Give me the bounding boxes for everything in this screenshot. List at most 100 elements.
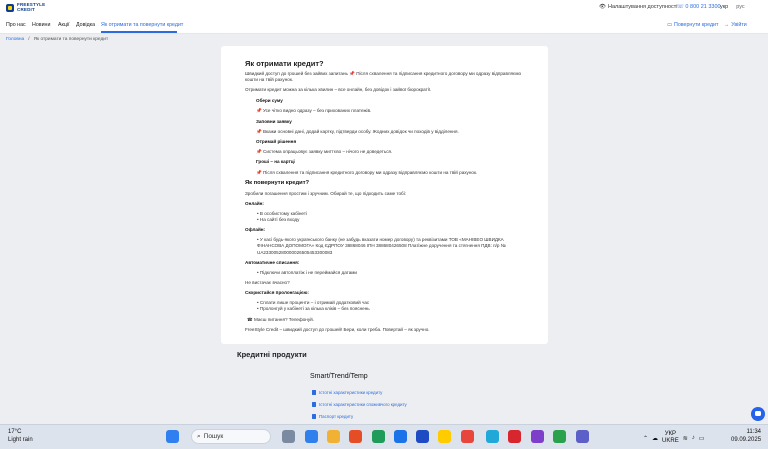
chrome-icon[interactable]	[461, 430, 474, 443]
app-icon[interactable]	[438, 430, 451, 443]
lang-line2: UKRE	[662, 438, 679, 444]
nav-how-to-get-credit[interactable]: Як отримати та повернути кредит	[101, 22, 183, 28]
phone-link[interactable]: ☏ 0 800 21 3300	[677, 4, 721, 10]
repay-credit-label: Повернути кредит	[674, 22, 719, 28]
wifi-icon[interactable]: ≋	[683, 435, 688, 442]
step-text: 📌 Система опрацьовує заявку миттєво – ні…	[256, 149, 393, 154]
weather-widget[interactable]: 17°C Light rain	[8, 428, 33, 444]
lang-line1: УКР	[664, 431, 677, 437]
questions-text: Маєш питання? Телефонуй.	[254, 317, 314, 322]
products-heading: Кредитні продукти	[237, 350, 307, 359]
chevron-up-icon[interactable]: ⌃	[643, 435, 648, 442]
clock-date: 09.09.2025	[731, 437, 762, 443]
repay-credit-button[interactable]: ▭ Повернути кредит	[667, 22, 718, 28]
list-item: Підключи автоплатіж і не переймайся дата…	[257, 270, 507, 276]
app-icon[interactable]	[394, 430, 407, 443]
step-title: Гроші – на картці	[256, 159, 295, 164]
copilot-icon[interactable]	[305, 430, 318, 443]
opera-icon[interactable]	[508, 430, 521, 443]
edge-icon[interactable]	[372, 430, 385, 443]
login-label: Увійти	[731, 22, 747, 28]
language-switcher: укр рус	[720, 4, 745, 10]
logo-line2: CREDIT	[17, 6, 35, 12]
products-subheading: Smart/Trend/Temp	[310, 373, 368, 380]
app-icon[interactable]	[486, 430, 499, 443]
document-icon	[312, 402, 316, 407]
doc-link[interactable]: Істотні характеристики кредиту	[312, 390, 382, 395]
nav-news[interactable]: Новини	[32, 22, 50, 28]
weather-temp: 17°C	[8, 429, 22, 435]
system-tray: ⌃ ☁ УКР UKRE ≋ ♪ ▭	[643, 431, 704, 445]
accessibility-label: Налаштування доступності	[607, 4, 678, 10]
step-title: Отримай рішення	[256, 139, 297, 144]
accessibility-settings-button[interactable]: 👁 Налаштування доступності	[599, 4, 677, 10]
viber-icon[interactable]	[531, 430, 544, 443]
lang-ru[interactable]: рус	[736, 4, 744, 10]
cloud-icon[interactable]: ☁	[652, 435, 658, 442]
step-title: Обери суму	[256, 98, 283, 103]
system-clock[interactable]: 11:34 09.09.2025	[731, 428, 761, 444]
app-icon[interactable]	[553, 430, 566, 443]
windows-start-icon[interactable]	[166, 430, 179, 443]
doc-link-label: Істотні характеристики споживчого кредит…	[319, 402, 407, 407]
volume-icon[interactable]: ♪	[692, 435, 695, 441]
lang-ua[interactable]: укр	[720, 4, 728, 10]
offline-heading: Офлайн:	[245, 227, 266, 232]
online-heading: Онлайн:	[245, 201, 264, 206]
step-text: 📌 Вкажи основні дані, додай картку, підт…	[256, 129, 459, 134]
step-text: 📌 Усе чітко видно одразу – без приховани…	[256, 108, 372, 113]
list-item: На сайті без входу	[257, 217, 507, 223]
site-logo[interactable]: FREESTYLE CREDIT	[6, 2, 45, 12]
eye-icon: 👁	[599, 4, 606, 10]
chat-button[interactable]	[751, 407, 765, 421]
repay-intro: Зробили погашення простим і зручним. Оби…	[245, 191, 406, 196]
battery-icon[interactable]: ▭	[699, 435, 705, 442]
offline-details: У касі будь-якого українського банку (не…	[257, 237, 525, 256]
breadcrumb-current: Як отримати та повернути кредит	[33, 37, 109, 42]
intro-paragraph: Швидкий доступ до грошей без зайвих запи…	[245, 71, 522, 83]
questions-line: ☎ Маєш питання? Телефонуй.	[247, 317, 532, 323]
active-nav-indicator	[101, 31, 177, 33]
clock-time: 11:34	[746, 429, 762, 435]
teams-icon[interactable]	[576, 430, 589, 443]
list-item: Пролонгуй у кабінеті за кілька кліків – …	[257, 306, 507, 312]
step-text: 📌 Після схвалення та підписання кредитно…	[256, 170, 478, 175]
login-icon: →	[724, 22, 730, 28]
prolong-heading: Скористайся пролонгацією:	[245, 290, 309, 295]
outro-paragraph: FreeStyle Credit – швидкий доступ до гро…	[245, 327, 430, 332]
phone-icon: ☏	[677, 4, 684, 10]
breadcrumb-home[interactable]: Головна	[6, 37, 24, 42]
login-button[interactable]: → Увійти	[724, 22, 747, 28]
article-card: Як отримати кредит? Швидкий доступ до гр…	[221, 46, 548, 344]
doc-link-label: Істотні характеристики кредиту	[319, 390, 383, 395]
nav-about[interactable]: Про нас	[6, 22, 26, 28]
phone-number: 0 800 21 3300	[685, 4, 721, 10]
file-explorer-icon[interactable]	[327, 430, 340, 443]
step-title: Заповни заявку	[256, 119, 292, 124]
taskbar-search[interactable]: ⌕ Пошук	[191, 429, 271, 444]
app-icon[interactable]	[349, 430, 362, 443]
lang-indicator[interactable]: УКР UKRE	[662, 431, 679, 445]
breadcrumb-separator: /	[28, 37, 30, 42]
taskbar: 17°C Light rain ⌕ Пошук ⌃ ☁ УКР UKRE ≋ ♪…	[0, 424, 768, 449]
nav-help[interactable]: Довідка	[76, 22, 95, 28]
card-icon: ▭	[667, 22, 673, 28]
nav-promos[interactable]: Акції	[58, 22, 70, 28]
logo-icon	[6, 3, 14, 12]
online-paragraph: Отримати кредит можна за кілька хвилин –…	[245, 87, 432, 92]
doc-link[interactable]: Істотні характеристики споживчого кредит…	[312, 402, 407, 407]
weather-desc: Light rain	[8, 437, 33, 443]
doc-link-label: Паспорт кредиту	[319, 414, 354, 419]
breadcrumb: Головна / Як отримати та повернути креди…	[6, 37, 108, 42]
doc-link[interactable]: Паспорт кредиту	[312, 414, 353, 419]
document-icon	[312, 414, 316, 419]
auto-heading: Автоматичне списання:	[245, 260, 300, 265]
task-view-icon[interactable]	[282, 430, 295, 443]
phone-icon: ☎	[247, 317, 254, 322]
search-icon: ⌕	[197, 432, 201, 440]
app-icon[interactable]	[416, 430, 429, 443]
article-title: Як отримати кредит?	[245, 59, 324, 68]
document-icon	[312, 390, 316, 395]
search-label: Пошук	[203, 433, 224, 440]
not-enough-text: Не вистачає вчасно?	[245, 280, 290, 285]
